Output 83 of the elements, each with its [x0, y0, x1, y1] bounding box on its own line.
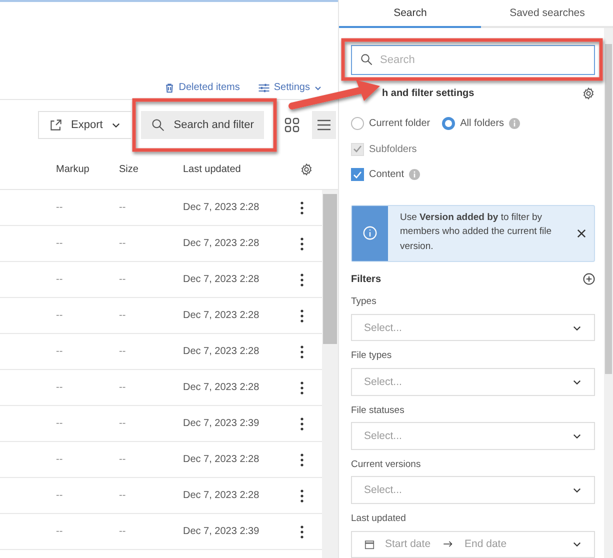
field-label: Types — [351, 296, 378, 310]
table-cell-text: -- — [56, 202, 64, 213]
more-icon[interactable] — [300, 344, 304, 358]
column-header[interactable]: Last updated — [183, 164, 300, 175]
chevron-down-icon — [314, 84, 322, 92]
more-icon[interactable] — [300, 488, 304, 502]
more-icon[interactable] — [300, 308, 304, 322]
section-title: h and filter settings — [382, 88, 474, 100]
list-icon — [316, 117, 332, 133]
table-cell-text: -- — [56, 418, 64, 429]
sliders-icon — [258, 82, 270, 94]
table-cell-text: Dec 7, 2023 2:39 — [183, 418, 260, 429]
table-cell-text: -- — [119, 382, 127, 393]
scrollbar[interactable] — [322, 190, 338, 558]
table-cell-text: -- — [56, 310, 64, 321]
table-cell-text: Dec 7, 2023 2:39 — [183, 526, 260, 537]
table-cell-text: -- — [119, 490, 127, 501]
info-icon — [363, 226, 377, 240]
more-icon[interactable] — [300, 380, 304, 394]
column-header[interactable]: Markup — [56, 164, 119, 175]
more-icon[interactable] — [300, 452, 304, 466]
radio-button[interactable] — [351, 117, 364, 130]
table-cell-text: Dec 7, 2023 2:28 — [183, 490, 260, 501]
search-icon — [150, 118, 165, 132]
table-cell-text: Dec 7, 2023 2:28 — [183, 346, 260, 357]
settings-icon — [300, 163, 313, 176]
close-icon — [576, 228, 586, 238]
calendar-icon — [364, 538, 375, 550]
table-cell-text: -- — [56, 382, 64, 393]
table-cell-text: -- — [119, 310, 127, 321]
checkbox-label: Subfolders — [369, 144, 417, 155]
header-link[interactable]: Deleted items — [164, 82, 240, 94]
radio-button[interactable] — [442, 117, 456, 130]
more-icon[interactable] — [300, 416, 304, 430]
table-cell-text: Dec 7, 2023 2:28 — [183, 202, 260, 213]
search-and-filter-button[interactable]: Search and filter — [140, 111, 264, 139]
checkbox-label: Content — [369, 169, 404, 180]
trash-icon — [164, 82, 175, 94]
more-icon[interactable] — [300, 236, 304, 250]
more-icon[interactable] — [300, 524, 304, 538]
search-icon — [360, 53, 373, 66]
table-cell-text: -- — [56, 490, 64, 501]
table-cell-text: -- — [119, 346, 127, 357]
section-title: Filters — [351, 274, 382, 285]
table-cell-text: -- — [119, 274, 127, 285]
table-cell-text: -- — [119, 202, 127, 213]
table-cell-text: -- — [119, 418, 127, 429]
table-cell-text: -- — [56, 454, 64, 465]
table-cell-text: Dec 7, 2023 2:28 — [183, 274, 260, 285]
column-header[interactable]: Size — [119, 164, 183, 175]
table-cell-text: -- — [56, 346, 64, 357]
export-icon — [49, 118, 63, 132]
arrow-right-icon — [440, 539, 455, 550]
banner-text: Use Version added by to filter by members who added the current file version. — [399, 210, 553, 254]
header-link[interactable]: Settings — [258, 82, 322, 94]
add-icon[interactable] — [583, 273, 595, 286]
table-cell-text: -- — [119, 238, 127, 249]
table-cell-text: -- — [56, 238, 64, 249]
field-label: File statuses — [351, 404, 406, 418]
field-label: File types — [351, 350, 393, 364]
table-cell-text: -- — [56, 526, 64, 537]
table-cell-text: Dec 7, 2023 2:28 — [183, 310, 260, 321]
table-cell-text: -- — [119, 454, 127, 465]
start-date: Start date — [385, 538, 431, 550]
view-toggle[interactable] — [312, 111, 336, 139]
table-cell-text: Dec 7, 2023 2:28 — [183, 454, 260, 465]
end-date: End date — [464, 538, 507, 550]
table-cell-text: -- — [56, 274, 64, 285]
radio-label: All folders — [460, 118, 504, 129]
table-cell-text: Dec 7, 2023 2:28 — [183, 238, 260, 249]
settings-icon — [582, 87, 595, 100]
search-field[interactable]: Search — [351, 45, 595, 75]
grid-icon — [284, 117, 300, 133]
more-icon[interactable] — [300, 272, 304, 286]
checkbox[interactable] — [351, 168, 364, 182]
field-label: Last updated — [351, 512, 407, 526]
scrollbar[interactable] — [604, 28, 613, 558]
table-cell-text: -- — [119, 526, 127, 537]
more-icon[interactable] — [300, 200, 304, 214]
table-cell-text: Dec 7, 2023 2:28 — [183, 382, 260, 393]
field-label: Current versions — [351, 458, 422, 472]
export-button[interactable]: Export — [38, 111, 131, 139]
radio-label: Current folder — [369, 118, 430, 129]
